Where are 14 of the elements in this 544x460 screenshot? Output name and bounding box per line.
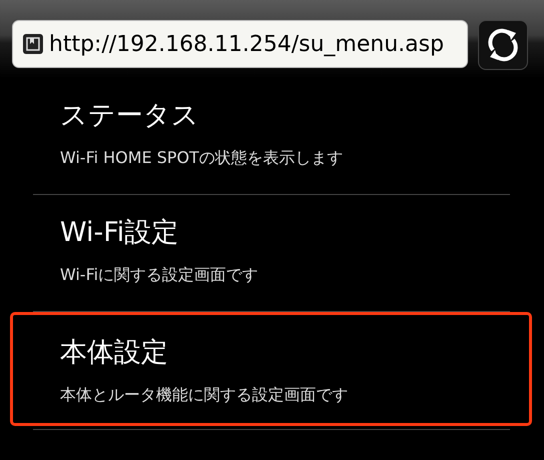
menu-item-title: Wi-Fi設定	[60, 216, 180, 250]
reload-icon	[486, 28, 520, 62]
menu-item-title: 本体設定	[60, 336, 169, 370]
address-field[interactable]: http://192.168.11.254/su_menu.asp	[12, 20, 468, 68]
highlighted-menu-item[interactable]: 本体設定 本体とルータ機能に関する設定画面です	[13, 315, 529, 423]
menu-item[interactable]: ステータス Wi-Fi HOME SPOTの状態を表示します	[33, 78, 510, 195]
menu-item-title: ステータス	[60, 99, 200, 133]
reload-button[interactable]	[478, 20, 528, 70]
url-text: http://192.168.11.254/su_menu.asp	[49, 30, 444, 58]
bookmark-icon	[23, 34, 43, 54]
menu-item[interactable]: Wi-Fi設定 Wi-Fiに関する設定画面です	[33, 195, 510, 312]
menu-item-description: Wi-Fi HOME SPOTの状態を表示します	[60, 147, 344, 169]
menu-item-description: Wi-Fiに関する設定画面です	[60, 264, 260, 286]
menu-item-description: 本体とルータ機能に関する設定画面です	[60, 384, 349, 406]
